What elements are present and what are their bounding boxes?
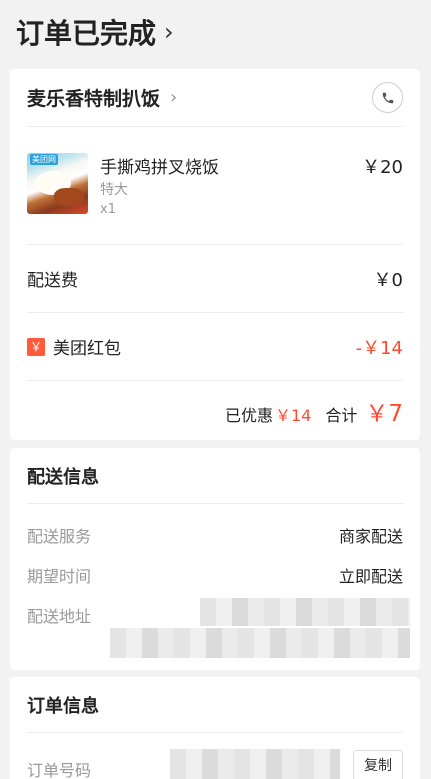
divider <box>27 380 403 381</box>
chevron-right-icon: › <box>170 87 178 108</box>
delivery-info-card: 配送信息 配送服务 商家配送 期望时间 立即配送 配送地址 <box>10 448 420 670</box>
redacted-address-line-1 <box>200 598 410 626</box>
order-info-title: 订单信息 <box>27 695 99 717</box>
order-info-card: 订单信息 订单号码 复制 <box>10 677 420 779</box>
delivery-service-value: 商家配送 <box>338 527 403 546</box>
discount-amount: ￥14 <box>274 406 312 425</box>
food-item-image[interactable]: 美团网 <box>27 153 88 214</box>
red-packet-amount: -￥14 <box>355 337 403 359</box>
redacted-address-line-2 <box>110 628 410 658</box>
delivery-fee-amount: ￥0 <box>373 269 403 291</box>
chevron-right-icon: › <box>164 18 174 46</box>
item-quantity: x1 <box>100 202 116 217</box>
divider <box>27 503 403 504</box>
total-amount: ￥7 <box>365 401 403 427</box>
total-label: 合计 <box>325 406 358 425</box>
order-summary: 已优惠 ￥14 合计 ￥7 <box>225 394 403 428</box>
order-number-label: 订单号码 <box>27 761 92 779</box>
discount-label: 已优惠 <box>224 406 273 425</box>
red-packet-row: ￥ 美团红包 -￥14 <box>27 313 403 380</box>
phone-call-button[interactable] <box>372 82 403 113</box>
copy-order-number-button[interactable]: 复制 <box>353 750 403 779</box>
redacted-order-number <box>170 749 340 779</box>
delivery-address-label: 配送地址 <box>27 607 92 626</box>
order-status-title[interactable]: 订单已完成 › <box>16 12 174 52</box>
meat-portion <box>54 188 84 206</box>
red-packet-icon: ￥ <box>27 337 45 356</box>
phone-icon <box>382 92 393 103</box>
item-name: 手撕鸡拼叉烧饭 <box>100 158 219 178</box>
delivery-fee-label: 配送费 <box>27 271 78 291</box>
divider <box>27 126 403 127</box>
item-spec: 特大 <box>100 182 128 198</box>
delivery-fee-row: 配送费 ￥0 <box>27 245 403 312</box>
order-items-card: 麦乐香特制扒饭 › 美团网 手撕鸡拼叉烧饭 特大 x1 ￥20 配送费 ￥0 ￥… <box>10 69 420 440</box>
shop-row[interactable]: 麦乐香特制扒饭 › <box>27 69 403 126</box>
divider <box>27 732 403 733</box>
expected-time-label: 期望时间 <box>27 567 92 586</box>
brand-tag: 美团网 <box>30 154 58 165</box>
delivery-service-label: 配送服务 <box>27 527 92 546</box>
red-packet-label: 美团红包 <box>53 339 121 359</box>
status-title-text: 订单已完成 <box>16 17 157 50</box>
delivery-info-title: 配送信息 <box>27 466 99 488</box>
expected-time-value: 立即配送 <box>338 567 403 586</box>
shop-name: 麦乐香特制扒饭 <box>27 88 161 110</box>
item-price: ￥20 <box>362 157 403 178</box>
